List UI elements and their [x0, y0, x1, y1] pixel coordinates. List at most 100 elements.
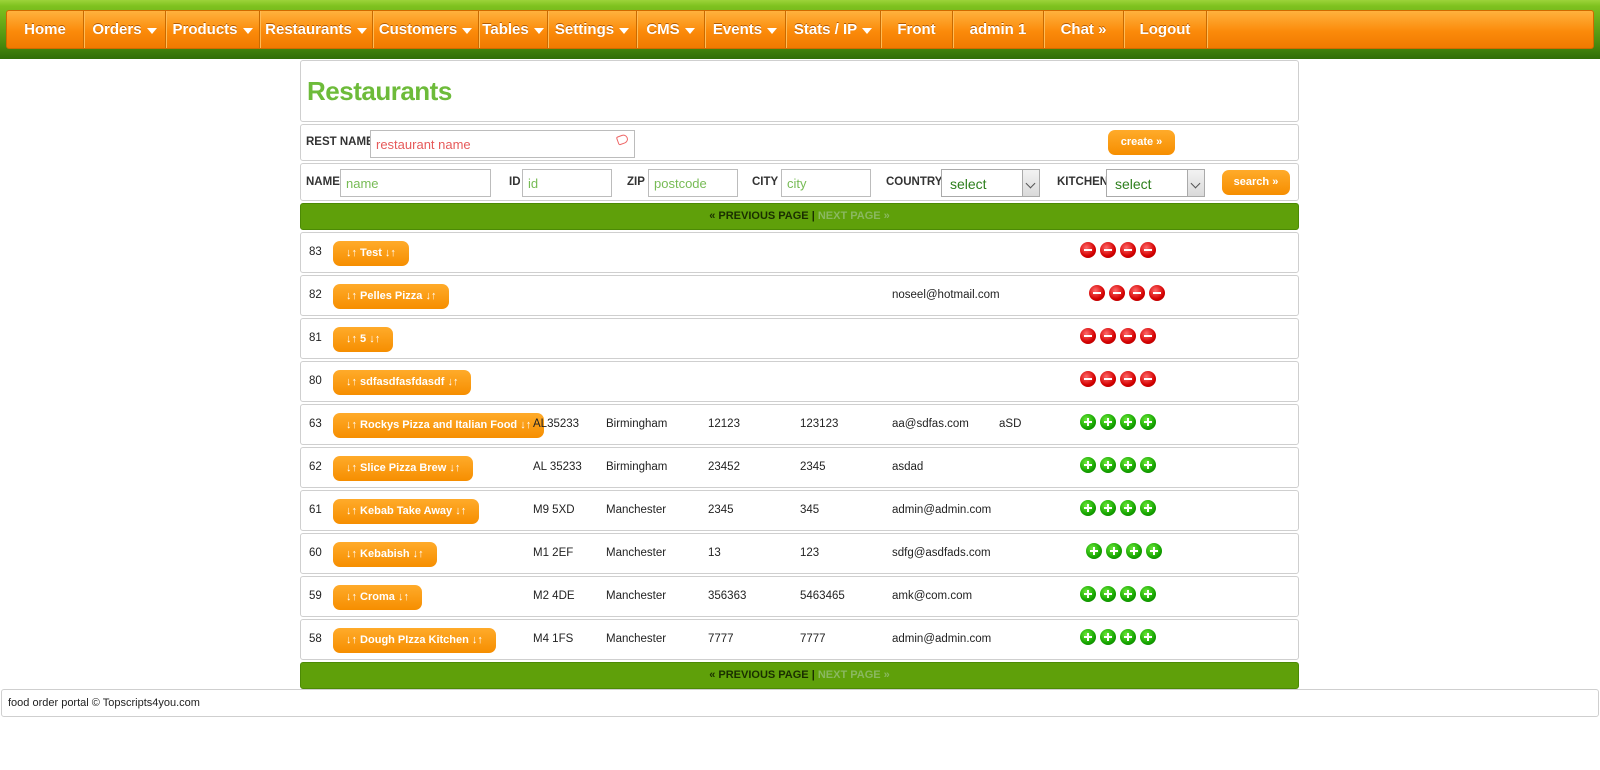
next-page-link[interactable]: NEXT PAGE » — [818, 210, 890, 222]
nav-item-label: Stats / IP — [793, 21, 858, 38]
plus-circle-icon[interactable] — [1140, 457, 1156, 473]
kitchen-label: KITCHEN — [1057, 176, 1109, 188]
minus-circle-icon[interactable] — [1100, 371, 1116, 387]
restaurant-name-button[interactable]: ↓↑ sdfasdfasfdasdf ↓↑ — [333, 370, 472, 395]
name-input[interactable]: name — [340, 169, 491, 197]
nav-item-events[interactable]: Events — [705, 11, 786, 48]
minus-circle-icon[interactable] — [1140, 371, 1156, 387]
search-button[interactable]: search » — [1222, 170, 1290, 195]
minus-circle-icon[interactable] — [1080, 371, 1096, 387]
plus-circle-icon[interactable] — [1126, 543, 1142, 559]
plus-circle-icon[interactable] — [1120, 586, 1136, 602]
status-toggles — [1080, 414, 1156, 430]
restaurant-name-button[interactable]: ↓↑ Kebabish ↓↑ — [333, 542, 437, 567]
create-button[interactable]: create » — [1108, 130, 1175, 155]
plus-circle-icon[interactable] — [1080, 586, 1096, 602]
nav-item-logout[interactable]: Logout — [1124, 11, 1207, 48]
minus-circle-icon[interactable] — [1129, 285, 1145, 301]
nav-item-cms[interactable]: CMS — [637, 11, 705, 48]
plus-circle-icon[interactable] — [1100, 500, 1116, 516]
nav-item-home[interactable]: Home — [7, 11, 84, 48]
country-label: COUNTRY — [886, 176, 943, 188]
nav-item-customers[interactable]: Customers — [373, 11, 479, 48]
kitchen-value: select — [1115, 176, 1152, 192]
plus-circle-icon[interactable] — [1080, 500, 1096, 516]
minus-circle-icon[interactable] — [1120, 328, 1136, 344]
plus-circle-icon[interactable] — [1086, 543, 1102, 559]
minus-circle-icon[interactable] — [1120, 242, 1136, 258]
status-toggles — [1080, 629, 1156, 645]
nav-item-front[interactable]: Front — [881, 11, 953, 48]
nav-item-label: CMS — [646, 21, 680, 38]
nav-item-stats-ip[interactable]: Stats / IP — [786, 11, 881, 48]
next-page-link[interactable]: NEXT PAGE » — [818, 669, 890, 681]
kitchen-select[interactable]: select — [1106, 169, 1205, 197]
caret-down-icon — [619, 27, 630, 34]
nav-item-products[interactable]: Products — [166, 11, 260, 48]
status-toggles — [1080, 457, 1156, 473]
restaurant-city: Manchester — [606, 633, 667, 645]
pager-separator: | — [808, 210, 818, 222]
restaurant-id: 80 — [309, 375, 322, 387]
nav-item-settings[interactable]: Settings — [548, 11, 637, 48]
pager-top: « PREVIOUS PAGE | NEXT PAGE » — [300, 203, 1299, 230]
restaurant-name-button[interactable]: ↓↑ Croma ↓↑ — [333, 585, 422, 610]
restaurant-email: amk@com.com — [892, 590, 973, 602]
plus-circle-icon[interactable] — [1140, 414, 1156, 430]
plus-circle-icon[interactable] — [1080, 457, 1096, 473]
plus-circle-icon[interactable] — [1080, 629, 1096, 645]
rest-name-input[interactable]: restaurant name — [370, 130, 635, 158]
minus-circle-icon[interactable] — [1100, 328, 1116, 344]
restaurant-zip: M2 4DE — [533, 590, 575, 602]
minus-circle-icon[interactable] — [1080, 328, 1096, 344]
plus-circle-icon[interactable] — [1140, 500, 1156, 516]
minus-circle-icon[interactable] — [1149, 285, 1165, 301]
restaurant-name-button[interactable]: ↓↑ 5 ↓↑ — [333, 327, 394, 352]
caret-down-icon — [862, 27, 873, 34]
minus-circle-icon[interactable] — [1140, 328, 1156, 344]
restaurant-name-button[interactable]: ↓↑ Slice Pizza Brew ↓↑ — [333, 456, 474, 481]
nav-item-chat[interactable]: Chat » — [1044, 11, 1124, 48]
minus-circle-icon[interactable] — [1120, 371, 1136, 387]
plus-circle-icon[interactable] — [1140, 629, 1156, 645]
caret-down-icon — [684, 27, 695, 34]
restaurant-name-button[interactable]: ↓↑ Test ↓↑ — [333, 241, 409, 266]
plus-circle-icon[interactable] — [1120, 629, 1136, 645]
previous-page-link[interactable]: « PREVIOUS PAGE — [709, 669, 808, 681]
plus-circle-icon[interactable] — [1100, 586, 1116, 602]
nav-item-label: Chat » — [1060, 21, 1107, 38]
plus-circle-icon[interactable] — [1106, 543, 1122, 559]
minus-circle-icon[interactable] — [1089, 285, 1105, 301]
restaurant-id: 60 — [309, 547, 322, 559]
city-input[interactable]: city — [781, 169, 871, 197]
minus-circle-icon[interactable] — [1109, 285, 1125, 301]
restaurant-name-button[interactable]: ↓↑ Kebab Take Away ↓↑ — [333, 499, 480, 524]
restaurant-fax: 345 — [800, 504, 820, 516]
minus-circle-icon[interactable] — [1100, 242, 1116, 258]
nav-item-tables[interactable]: Tables — [479, 11, 548, 48]
restaurant-name-button[interactable]: ↓↑ Dough PIzza Kitchen ↓↑ — [333, 628, 496, 653]
plus-circle-icon[interactable] — [1140, 586, 1156, 602]
country-select[interactable]: select — [941, 169, 1040, 197]
plus-circle-icon[interactable] — [1120, 457, 1136, 473]
plus-circle-icon[interactable] — [1100, 457, 1116, 473]
status-toggles — [1089, 285, 1165, 301]
restaurant-zip: M4 1FS — [533, 633, 574, 645]
zip-input[interactable]: postcode — [648, 169, 738, 197]
restaurant-name-button[interactable]: ↓↑ Pelles Pizza ↓↑ — [333, 284, 450, 309]
plus-circle-icon[interactable] — [1080, 414, 1096, 430]
minus-circle-icon[interactable] — [1080, 242, 1096, 258]
plus-circle-icon[interactable] — [1120, 414, 1136, 430]
plus-circle-icon[interactable] — [1146, 543, 1162, 559]
plus-circle-icon[interactable] — [1100, 629, 1116, 645]
nav-item-admin-1[interactable]: admin 1 — [953, 11, 1044, 48]
previous-page-link[interactable]: « PREVIOUS PAGE — [709, 210, 808, 222]
status-toggles — [1086, 543, 1162, 559]
plus-circle-icon[interactable] — [1120, 500, 1136, 516]
minus-circle-icon[interactable] — [1140, 242, 1156, 258]
id-input[interactable]: id — [522, 169, 612, 197]
restaurant-name-button[interactable]: ↓↑ Rockys Pizza and Italian Food ↓↑ — [333, 413, 545, 438]
plus-circle-icon[interactable] — [1100, 414, 1116, 430]
nav-item-restaurants[interactable]: Restaurants — [260, 11, 373, 48]
nav-item-orders[interactable]: Orders — [84, 11, 166, 48]
